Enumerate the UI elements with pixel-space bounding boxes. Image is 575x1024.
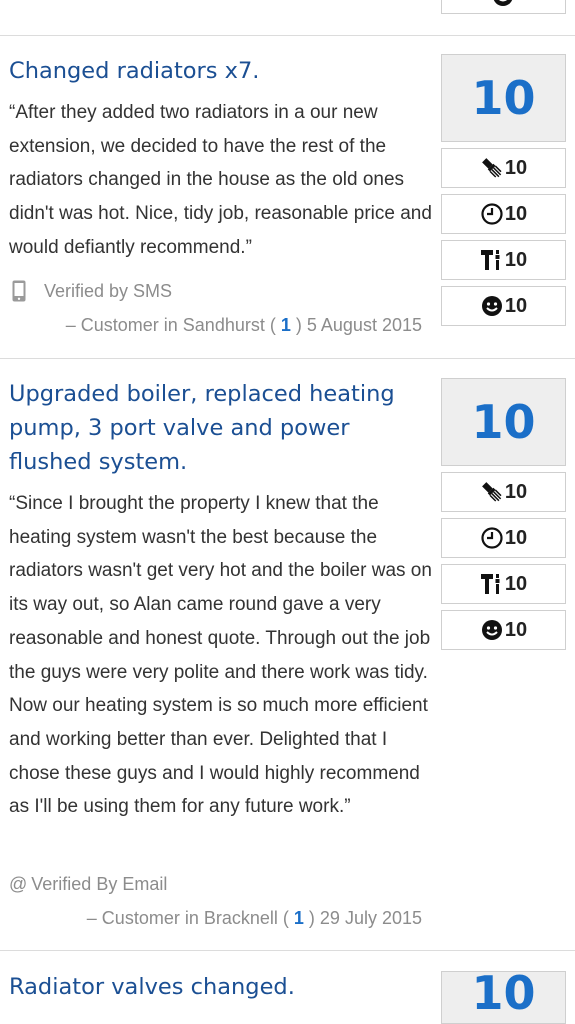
prev-courtesy-score [441,0,566,14]
timekeeping-score: 10 [441,518,566,558]
review-body: “After they added two radiators in a our… [9,102,432,258]
review-count-link[interactable]: 1 [294,908,304,928]
tidiness-value: 10 [504,572,528,595]
review-date: ) 5 August 2015 [295,315,422,335]
verified-text: Verified By Email [31,874,168,894]
verified-line: @ Verified By Email [9,872,167,896]
overall-score: 10 [441,378,566,466]
at-icon: @ [9,874,28,894]
courtesy-value: 10 [504,294,528,317]
timekeeping-value: 10 [504,202,528,225]
brush-icon [480,480,504,504]
divider [0,358,575,359]
clock-icon [480,526,504,550]
tools-icon [480,248,504,272]
workmanship-value: 10 [504,156,528,179]
verified-line: Verified by SMS [9,279,172,303]
divider [0,35,575,36]
tidiness-value: 10 [504,248,528,271]
workmanship-score: 10 [441,472,566,512]
tidiness-score: 10 [441,564,566,604]
smiley-icon [480,618,504,642]
courtesy-score: 10 [441,286,566,326]
review-date: ) 29 July 2015 [308,908,422,928]
customer-line: – Customer in Bracknell ( 1 ) 29 July 20… [87,906,422,930]
courtesy-score: 10 [441,610,566,650]
workmanship-value: 10 [504,480,528,503]
workmanship-score: 10 [441,148,566,188]
timekeeping-value: 10 [504,526,528,549]
tidiness-score: 10 [441,240,566,280]
divider [0,950,575,951]
smiley-icon [491,0,515,8]
review-title[interactable]: Radiator valves changed. [9,970,429,1004]
review-title[interactable]: Changed radiators x7. [9,54,429,88]
customer-line: – Customer in Sandhurst ( 1 ) 5 August 2… [66,313,422,337]
overall-score: 10 [441,54,566,142]
smiley-icon [480,294,504,318]
review-body: “Since I brought the property I knew tha… [9,493,432,818]
brush-icon [480,156,504,180]
verified-text: Verified by SMS [44,281,173,301]
review-count-link[interactable]: 1 [281,315,291,335]
clock-icon [480,202,504,226]
customer-text: – Customer in Bracknell ( [86,908,289,928]
tools-icon [480,572,504,596]
phone-icon [12,280,26,302]
overall-score: 10 [441,971,566,1024]
courtesy-value: 10 [504,618,528,641]
timekeeping-score: 10 [441,194,566,234]
customer-text: – Customer in Sandhurst ( [65,315,276,335]
review-title[interactable]: Upgraded boiler, replaced heating pump, … [9,377,429,479]
